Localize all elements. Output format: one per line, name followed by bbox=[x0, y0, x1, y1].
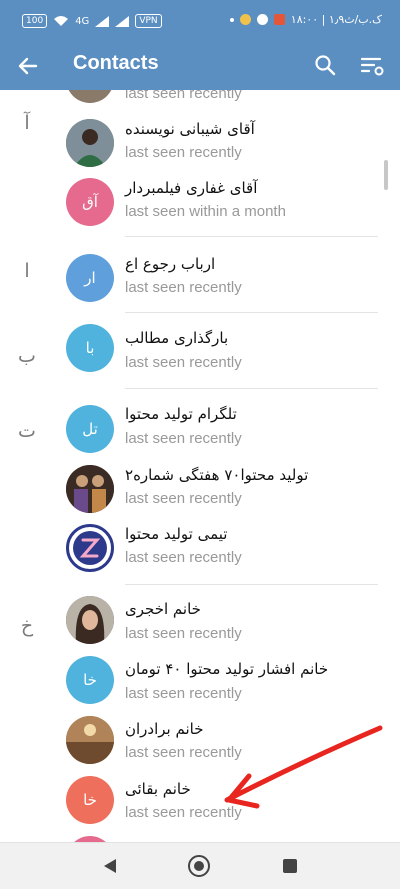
section-divider bbox=[125, 584, 378, 585]
navigation-bar bbox=[0, 842, 400, 889]
contact-status: last seen recently bbox=[125, 354, 242, 371]
avatar: ار bbox=[66, 254, 114, 302]
avatar bbox=[66, 90, 114, 103]
contact-name: تلگرام تولید محتوا bbox=[125, 405, 237, 423]
signal-icon bbox=[95, 15, 110, 27]
avatar: با bbox=[66, 324, 114, 372]
contact-row[interactable]: با بارگذاری مطالب last seen recently bbox=[0, 324, 400, 383]
app-notification-icon bbox=[239, 14, 251, 25]
signal-icon-2 bbox=[115, 15, 130, 27]
network-label: 4G bbox=[75, 15, 90, 27]
contact-name: تولید محتوا۷۰ هفتگی شماره۲ bbox=[125, 466, 309, 484]
interior-photo-icon bbox=[66, 716, 114, 764]
notification-dot-icon bbox=[229, 17, 234, 22]
avatar: تل bbox=[66, 405, 114, 453]
section-divider bbox=[125, 312, 378, 313]
avatar: خا bbox=[66, 776, 114, 824]
contact-name: بارگذاری مطالب bbox=[125, 329, 229, 347]
section-divider bbox=[125, 236, 378, 237]
status-time: ۱۸:۰۰ | ۱٫۹ک.ب/ث bbox=[290, 13, 382, 26]
section-divider bbox=[125, 388, 378, 389]
battery-indicator: 100 bbox=[22, 14, 48, 28]
nav-home-icon[interactable] bbox=[188, 855, 210, 877]
page-title: Contacts bbox=[73, 52, 159, 74]
contact-name: خانم برادران bbox=[125, 720, 204, 738]
sort-icon[interactable] bbox=[358, 52, 386, 78]
nav-recents-icon[interactable] bbox=[283, 859, 297, 873]
person-photo-icon bbox=[66, 596, 114, 644]
app-p-icon bbox=[273, 14, 285, 25]
back-arrow-icon[interactable] bbox=[14, 52, 42, 80]
nav-back-icon[interactable] bbox=[102, 857, 118, 875]
contact-status: last seen recently bbox=[125, 490, 242, 507]
contact-row[interactable]: last seen recently bbox=[0, 90, 400, 109]
contact-status: last seen recently bbox=[125, 430, 242, 447]
vpn-badge: VPN bbox=[135, 14, 162, 28]
status-right: ۱۸:۰۰ | ۱٫۹ک.ب/ث bbox=[229, 13, 382, 26]
status-left: 100 4G VPN bbox=[22, 14, 162, 28]
group-photo-icon bbox=[66, 465, 114, 513]
contact-name: خانم بقائی bbox=[125, 780, 191, 798]
status-bar: 100 4G VPN ۱۸:۰۰ | ۱٫۹ک.ب/ث bbox=[0, 0, 400, 42]
app-bar: Contacts bbox=[0, 42, 400, 90]
contact-status: last seen recently bbox=[125, 625, 242, 642]
contact-row[interactable]: خا خانم افشار تولید محتوا ۴۰ تومان last … bbox=[0, 656, 400, 715]
contact-row[interactable]: ار ارباب رجوع اع last seen recently bbox=[0, 248, 400, 307]
scrollbar[interactable] bbox=[384, 160, 388, 190]
contact-name: خانم اخجری bbox=[125, 600, 201, 618]
contact-row[interactable]: خانم اخجری last seen recently bbox=[0, 596, 400, 655]
contact-row[interactable]: تیمی تولید محتوا last seen recently bbox=[0, 520, 400, 579]
contact-status: last seen recently bbox=[125, 90, 242, 102]
avatar bbox=[66, 119, 114, 167]
contact-row[interactable]: تل تلگرام تولید محتوا last seen recently bbox=[0, 400, 400, 459]
contact-name: تیمی تولید محتوا bbox=[125, 525, 228, 543]
contact-row[interactable] bbox=[0, 834, 400, 842]
wifi-icon bbox=[54, 16, 69, 26]
contact-name: آقای غفاری فیلمبردار bbox=[125, 179, 258, 197]
contact-row[interactable]: آقای شیبانی نویسنده last seen recently bbox=[0, 113, 400, 172]
google-icon bbox=[256, 14, 268, 25]
contact-name: ارباب رجوع اع bbox=[125, 255, 216, 273]
brand-logo-icon bbox=[73, 531, 107, 565]
contact-status: last seen recently bbox=[125, 549, 242, 566]
avatar bbox=[66, 465, 114, 513]
avatar bbox=[66, 524, 114, 572]
contact-status: last seen recently bbox=[125, 685, 242, 702]
contact-row[interactable]: آق آقای غفاری فیلمبردار last seen within… bbox=[0, 172, 400, 231]
avatar bbox=[66, 596, 114, 644]
contact-row[interactable]: تولید محتوا۷۰ هفتگی شماره۲ last seen rec… bbox=[0, 460, 400, 519]
avatar bbox=[66, 716, 114, 764]
contact-status: last seen recently bbox=[125, 144, 242, 161]
search-icon[interactable] bbox=[312, 52, 338, 78]
annotation-arrow-icon bbox=[224, 725, 383, 809]
avatar: آق bbox=[66, 178, 114, 226]
contact-status: last seen recently bbox=[125, 279, 242, 296]
contact-status: last seen within a month bbox=[125, 203, 286, 220]
contact-name: خانم افشار تولید محتوا ۴۰ تومان bbox=[125, 660, 329, 678]
avatar: خا bbox=[66, 656, 114, 704]
person-photo-icon bbox=[66, 119, 114, 167]
contact-name: آقای شیبانی نویسنده bbox=[125, 120, 255, 138]
